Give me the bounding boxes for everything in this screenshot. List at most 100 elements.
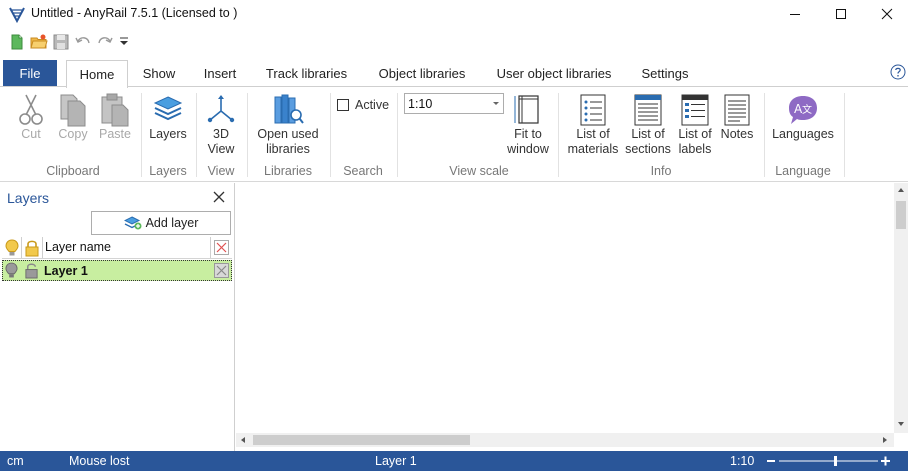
open-used-libraries-line2: libraries <box>266 142 310 156</box>
zoom-out-icon <box>767 460 775 462</box>
title-bar: Untitled - AnyRail 7.5.1 (Licensed to ) <box>0 0 908 28</box>
fit-to-window-button[interactable]: Fit to window <box>504 93 552 157</box>
maximize-button[interactable] <box>818 0 864 28</box>
tab-settings[interactable]: Settings <box>633 60 697 87</box>
app-icon <box>9 7 25 23</box>
open-folder-icon[interactable] <box>30 33 48 51</box>
drawing-canvas[interactable] <box>236 183 894 433</box>
column-separator <box>21 237 22 258</box>
help-icon[interactable] <box>890 64 906 80</box>
vertical-scrollbar[interactable] <box>894 183 908 433</box>
maximize-icon <box>836 9 846 19</box>
list-of-labels-button[interactable]: List of labels <box>674 93 716 157</box>
status-bar: cm Mouse lost Layer 1 1:10 <box>0 451 908 471</box>
horizontal-scrollbar[interactable] <box>236 433 894 447</box>
layer-name-column-header: Layer name <box>45 240 112 254</box>
tab-object-libraries[interactable]: Object libraries <box>368 60 476 87</box>
cut-label: Cut <box>21 127 41 141</box>
libraries-icon <box>274 94 304 124</box>
lightbulb-icon <box>5 239 19 256</box>
add-layer-button[interactable]: Add layer <box>91 211 231 235</box>
copy-button[interactable]: Copy <box>54 93 92 142</box>
vertical-scroll-thumb[interactable] <box>896 201 906 229</box>
group-label-layers: Layers <box>149 164 187 178</box>
ribbon-separator <box>330 93 331 177</box>
view-scale-select[interactable]: 1:10 <box>404 93 504 114</box>
3d-view-label-line2: View <box>207 142 235 156</box>
ribbon-separator <box>247 93 248 177</box>
lightbulb-icon[interactable] <box>5 262 18 279</box>
3d-view-button[interactable]: 3D View <box>201 93 241 157</box>
paste-icon <box>101 93 129 127</box>
list-of-labels-line1: List of <box>678 127 712 141</box>
scroll-down-icon[interactable] <box>897 421 905 427</box>
tab-file[interactable]: File <box>3 60 57 87</box>
new-file-icon[interactable] <box>8 33 26 51</box>
undo-icon[interactable] <box>74 33 92 51</box>
group-label-info: Info <box>650 164 672 178</box>
list-of-sections-button[interactable]: List of sections <box>622 93 674 157</box>
active-checkbox[interactable] <box>337 99 349 111</box>
ribbon-separator <box>141 93 142 177</box>
zoom-in-icon <box>884 456 887 466</box>
cut-button[interactable]: Cut <box>14 93 48 142</box>
zoom-thumb <box>834 456 837 466</box>
group-label-view-scale: View scale <box>449 164 509 178</box>
horizontal-scroll-thumb[interactable] <box>253 435 470 445</box>
paste-button[interactable]: Paste <box>96 93 134 142</box>
redo-icon[interactable] <box>96 33 114 51</box>
sections-list-icon <box>634 94 662 126</box>
ribbon-separator <box>397 93 398 177</box>
lock-icon[interactable] <box>24 262 39 279</box>
layers-label: Layers <box>149 127 187 141</box>
group-label-view: View <box>207 164 235 178</box>
notes-icon <box>724 94 750 126</box>
svg-text:文: 文 <box>802 103 812 116</box>
tab-show[interactable]: Show <box>134 60 184 87</box>
ribbon: Cut Copy Paste Clipboard Layers Layers 3… <box>0 86 908 182</box>
add-layer-label: Add layer <box>145 216 199 230</box>
scroll-up-icon[interactable] <box>897 187 905 193</box>
3d-axes-icon <box>207 95 235 123</box>
zoom-slider[interactable] <box>766 454 892 468</box>
copy-label: Copy <box>58 127 88 141</box>
list-of-sections-line1: List of <box>631 127 665 141</box>
layer-name: Layer 1 <box>44 264 88 278</box>
tab-track-libraries[interactable]: Track libraries <box>255 60 358 87</box>
fit-to-window-line2: window <box>507 142 549 156</box>
ribbon-separator <box>558 93 559 177</box>
scroll-left-icon[interactable] <box>240 436 246 444</box>
group-label-libraries: Libraries <box>264 164 312 178</box>
notes-button[interactable]: Notes <box>716 93 758 142</box>
ribbon-tabs: File Home Show Insert Track libraries Ob… <box>0 60 908 88</box>
scissors-icon <box>19 94 43 125</box>
layer-table-header: Layer name <box>2 237 232 259</box>
languages-button[interactable]: A 文 Languages <box>768 93 838 142</box>
tab-user-object-libraries[interactable]: User object libraries <box>487 60 621 87</box>
close-button[interactable] <box>864 0 908 28</box>
layers-panel: Layers Add layer Layer name Layer 1 <box>0 183 235 451</box>
active-checkbox-row[interactable]: Active <box>337 97 389 113</box>
group-label-language: Language <box>775 164 831 178</box>
add-layer-icon <box>123 216 142 230</box>
tab-insert[interactable]: Insert <box>193 60 247 87</box>
ribbon-separator <box>764 93 765 177</box>
column-separator <box>42 237 43 258</box>
customize-toolbar-icon[interactable] <box>118 33 130 51</box>
scroll-right-icon[interactable] <box>882 436 888 444</box>
minimize-button[interactable] <box>772 0 818 28</box>
save-icon[interactable] <box>52 33 70 51</box>
language-icon: A 文 <box>789 96 817 124</box>
table-row[interactable]: Layer 1 <box>2 260 232 281</box>
delete-icon[interactable] <box>214 240 229 255</box>
labels-list-icon <box>681 94 709 126</box>
close-icon[interactable] <box>212 190 226 204</box>
layers-button[interactable]: Layers <box>146 93 190 142</box>
quick-access-toolbar <box>0 30 200 56</box>
tab-home[interactable]: Home <box>66 60 128 88</box>
list-of-labels-line2: labels <box>678 142 712 156</box>
open-used-libraries-button[interactable]: Open used libraries <box>252 93 324 157</box>
status-scale: 1:10 <box>730 454 755 468</box>
delete-icon[interactable] <box>214 263 229 278</box>
list-of-materials-button[interactable]: List of materials <box>564 93 622 157</box>
